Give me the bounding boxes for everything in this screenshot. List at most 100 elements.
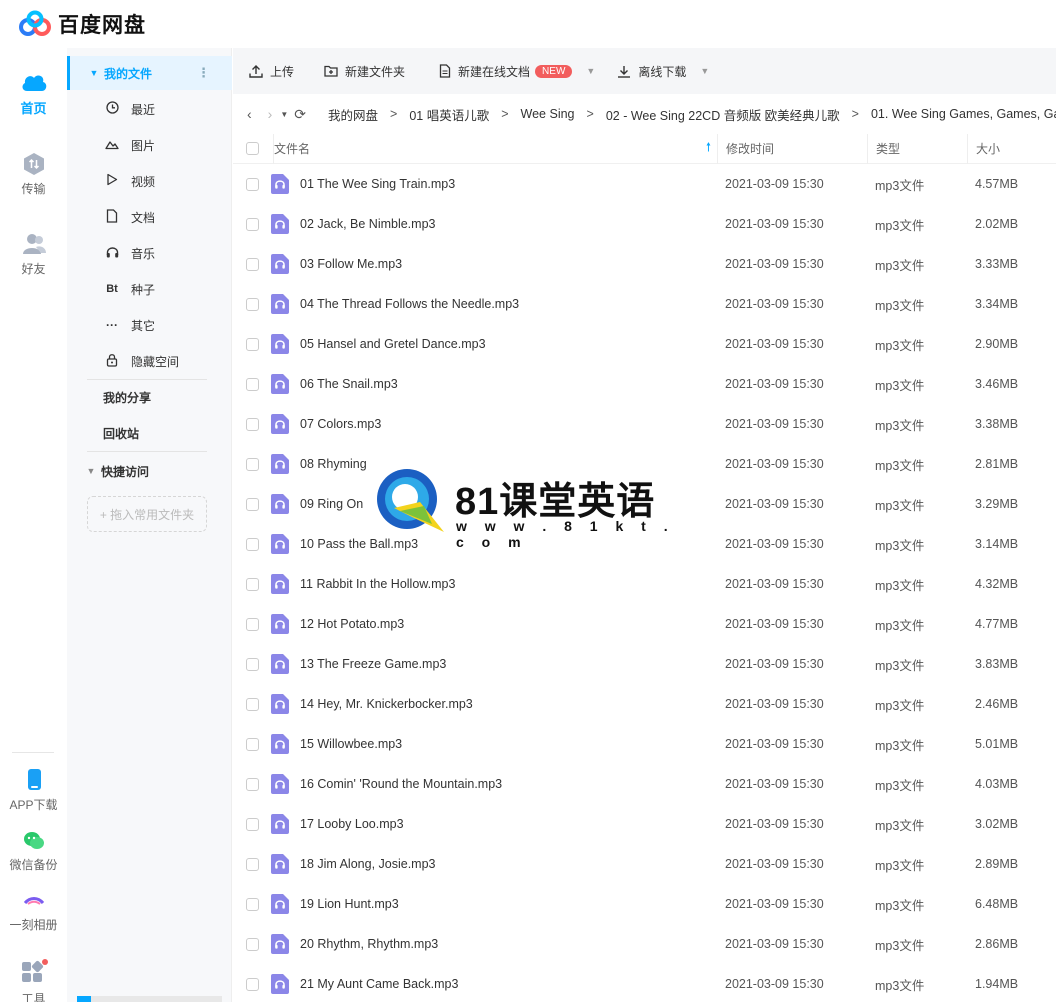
file-name[interactable]: 02 Jack, Be Nimble.mp3 xyxy=(300,217,435,231)
table-row[interactable]: 03 Follow Me.mp3 2021-03-09 15:30 mp3文件 3.3… xyxy=(233,244,1056,284)
row-checkbox[interactable] xyxy=(246,377,259,391)
sidebar-item-recent[interactable]: 最近 xyxy=(67,92,232,126)
sidebar-item-music[interactable]: 音乐 xyxy=(67,236,232,270)
column-header-name[interactable]: 文件名 🠕 xyxy=(273,133,717,164)
file-name[interactable]: 19 Lion Hunt.mp3 xyxy=(300,897,399,911)
row-checkbox[interactable] xyxy=(246,577,259,591)
table-row[interactable]: 20 Rhythm, Rhythm.mp3 2021-03-09 15:30 mp3… xyxy=(233,924,1056,964)
new-folder-button[interactable]: 新建文件夹 xyxy=(324,56,405,86)
file-name[interactable]: 12 Hot Potato.mp3 xyxy=(300,617,404,631)
upload-button[interactable]: 上传 xyxy=(249,56,294,86)
table-row[interactable]: 01 The Wee Sing Train.mp3 2021-03-09 15:3… xyxy=(233,164,1056,204)
sidebar-item-images[interactable]: 图片 xyxy=(67,128,232,162)
row-checkbox[interactable] xyxy=(246,497,259,511)
row-checkbox[interactable] xyxy=(246,617,259,631)
table-row[interactable]: 06 The Snail.mp3 2021-03-09 15:30 mp3文件 3.4… xyxy=(233,364,1056,404)
rail-item-friends[interactable]: 好友 xyxy=(0,232,67,277)
sidebar-item-hidden-space[interactable]: 隐藏空间 xyxy=(67,344,232,378)
breadcrumb-item[interactable]: 01 唱英语儿歌 xyxy=(409,105,489,124)
file-name-cell[interactable]: 02 Jack, Be Nimble.mp3 xyxy=(271,214,717,234)
select-all-checkbox[interactable] xyxy=(246,142,259,155)
file-name[interactable]: 20 Rhythm, Rhythm.mp3 xyxy=(300,937,438,951)
file-name-cell[interactable]: 03 Follow Me.mp3 xyxy=(271,254,717,274)
file-name[interactable]: 09 Ring On xyxy=(300,497,363,511)
row-checkbox[interactable] xyxy=(246,297,259,311)
refresh-icon[interactable]: ⟳ xyxy=(294,106,306,123)
table-row[interactable]: 17 Looby Loo.mp3 2021-03-09 15:30 mp3文件 3.0… xyxy=(233,804,1056,844)
table-row[interactable]: 19 Lion Hunt.mp3 2021-03-09 15:30 mp3文件 6.4… xyxy=(233,884,1056,924)
table-row[interactable]: 16 Comin' 'Round the Mountain.mp3 2021-03… xyxy=(233,764,1056,804)
file-name[interactable]: 05 Hansel and Gretel Dance.mp3 xyxy=(300,337,486,351)
file-name[interactable]: 06 The Snail.mp3 xyxy=(300,377,398,391)
row-checkbox[interactable] xyxy=(246,937,259,951)
back-arrow-icon[interactable]: ‹ xyxy=(247,106,252,122)
file-name-cell[interactable]: 07 Colors.mp3 xyxy=(271,414,717,434)
sidebar-item-quick-access[interactable]: ▼ 快捷访问 xyxy=(67,454,232,488)
rail-item-album[interactable]: 一刻相册 xyxy=(0,892,67,933)
file-name-cell[interactable]: 06 The Snail.mp3 xyxy=(271,374,717,394)
table-row[interactable]: 15 Willowbee.mp3 2021-03-09 15:30 mp3文件 5.0… xyxy=(233,724,1056,764)
table-row[interactable]: 14 Hey, Mr. Knickerbocker.mp3 2021-03-09 … xyxy=(233,684,1056,724)
sidebar-item-torrents[interactable]: Bt 种子 xyxy=(67,272,232,306)
table-row[interactable]: 04 The Thread Follows the Needle.mp3 2021… xyxy=(233,284,1056,324)
table-row[interactable]: 18 Jim Along, Josie.mp3 2021-03-09 15:30 m… xyxy=(233,844,1056,884)
file-name[interactable]: 10 Pass the Ball.mp3 xyxy=(300,537,418,551)
logo[interactable]: 百度网盘 xyxy=(18,9,146,39)
row-checkbox[interactable] xyxy=(246,777,259,791)
file-name-cell[interactable]: 16 Comin' 'Round the Mountain.mp3 xyxy=(271,774,717,794)
sidebar-item-my-files[interactable]: ▼ 我的文件 ⋮ xyxy=(67,56,232,90)
table-row[interactable]: 11 Rabbit In the Hollow.mp3 2021-03-09 15… xyxy=(233,564,1056,604)
file-name-cell[interactable]: 05 Hansel and Gretel Dance.mp3 xyxy=(271,334,717,354)
row-checkbox[interactable] xyxy=(246,217,259,231)
table-row[interactable]: 12 Hot Potato.mp3 2021-03-09 15:30 mp3文件 4.… xyxy=(233,604,1056,644)
chevron-down-icon[interactable]: ▼ xyxy=(700,66,709,76)
breadcrumb-item[interactable]: 我的网盘 xyxy=(328,105,378,124)
breadcrumb-item-current[interactable]: 01. Wee Sing Games, Games, Games xyxy=(871,107,1056,121)
row-checkbox[interactable] xyxy=(246,737,259,751)
file-name-cell[interactable]: 15 Willowbee.mp3 xyxy=(271,734,717,754)
sidebar-item-other[interactable]: ··· 其它 xyxy=(67,308,232,342)
row-checkbox[interactable] xyxy=(246,337,259,351)
table-row[interactable]: 07 Colors.mp3 2021-03-09 15:30 mp3文件 3.38MB xyxy=(233,404,1056,444)
new-online-doc-button[interactable]: 新建在线文档 NEW ▼ xyxy=(439,56,595,86)
table-row[interactable]: 05 Hansel and Gretel Dance.mp3 2021-03-09… xyxy=(233,324,1056,364)
row-checkbox[interactable] xyxy=(246,177,259,191)
file-name[interactable]: 16 Comin' 'Round the Mountain.mp3 xyxy=(300,777,502,791)
file-name-cell[interactable]: 18 Jim Along, Josie.mp3 xyxy=(271,854,717,874)
row-checkbox[interactable] xyxy=(246,977,259,991)
rail-item-transfer[interactable]: 传输 xyxy=(0,152,67,197)
sort-ascending-icon[interactable]: 🠕 xyxy=(706,138,711,159)
row-checkbox[interactable] xyxy=(246,857,259,871)
file-name[interactable]: 14 Hey, Mr. Knickerbocker.mp3 xyxy=(300,697,473,711)
file-name[interactable]: 18 Jim Along, Josie.mp3 xyxy=(300,857,436,871)
table-row[interactable]: 21 My Aunt Came Back.mp3 2021-03-09 15:30… xyxy=(233,964,1056,1002)
file-name[interactable]: 11 Rabbit In the Hollow.mp3 xyxy=(300,577,455,591)
rail-item-tools[interactable]: 工具 xyxy=(0,958,67,1002)
drop-folder-zone[interactable]: + 拖入常用文件夹 xyxy=(87,496,207,532)
file-name[interactable]: 03 Follow Me.mp3 xyxy=(300,257,402,271)
column-header-size[interactable]: 大小 xyxy=(967,133,1056,164)
sidebar-scrollbar[interactable] xyxy=(77,996,222,1002)
rail-item-app-download[interactable]: APP下载 xyxy=(0,768,67,813)
file-name-cell[interactable]: 12 Hot Potato.mp3 xyxy=(271,614,717,634)
column-header-type[interactable]: 类型 xyxy=(867,133,967,164)
file-name-cell[interactable]: 13 The Freeze Game.mp3 xyxy=(271,654,717,674)
file-name-cell[interactable]: 17 Looby Loo.mp3 xyxy=(271,814,717,834)
row-checkbox[interactable] xyxy=(246,657,259,671)
row-checkbox[interactable] xyxy=(246,457,259,471)
offline-download-button[interactable]: 离线下载 ▼ xyxy=(617,56,709,86)
more-vertical-icon[interactable]: ⋮ xyxy=(197,65,210,81)
file-name[interactable]: 07 Colors.mp3 xyxy=(300,417,381,431)
file-name[interactable]: 17 Looby Loo.mp3 xyxy=(300,817,404,831)
breadcrumb-item[interactable]: Wee Sing xyxy=(521,107,575,121)
row-checkbox[interactable] xyxy=(246,417,259,431)
scrollbar-thumb[interactable] xyxy=(77,996,91,1002)
file-name[interactable]: 13 The Freeze Game.mp3 xyxy=(300,657,446,671)
breadcrumb-item[interactable]: 02 - Wee Sing 22CD 音频版 欧美经典儿歌 xyxy=(606,105,840,124)
file-name[interactable]: 01 The Wee Sing Train.mp3 xyxy=(300,177,455,191)
column-header-time[interactable]: 修改时间 xyxy=(717,133,867,164)
sidebar-item-videos[interactable]: 视频 xyxy=(67,164,232,198)
sidebar-item-recycle-bin[interactable]: 回收站 xyxy=(67,416,232,450)
rail-item-wechat-backup[interactable]: 微信备份 xyxy=(0,830,67,873)
sidebar-item-my-share[interactable]: 我的分享 xyxy=(67,380,232,414)
